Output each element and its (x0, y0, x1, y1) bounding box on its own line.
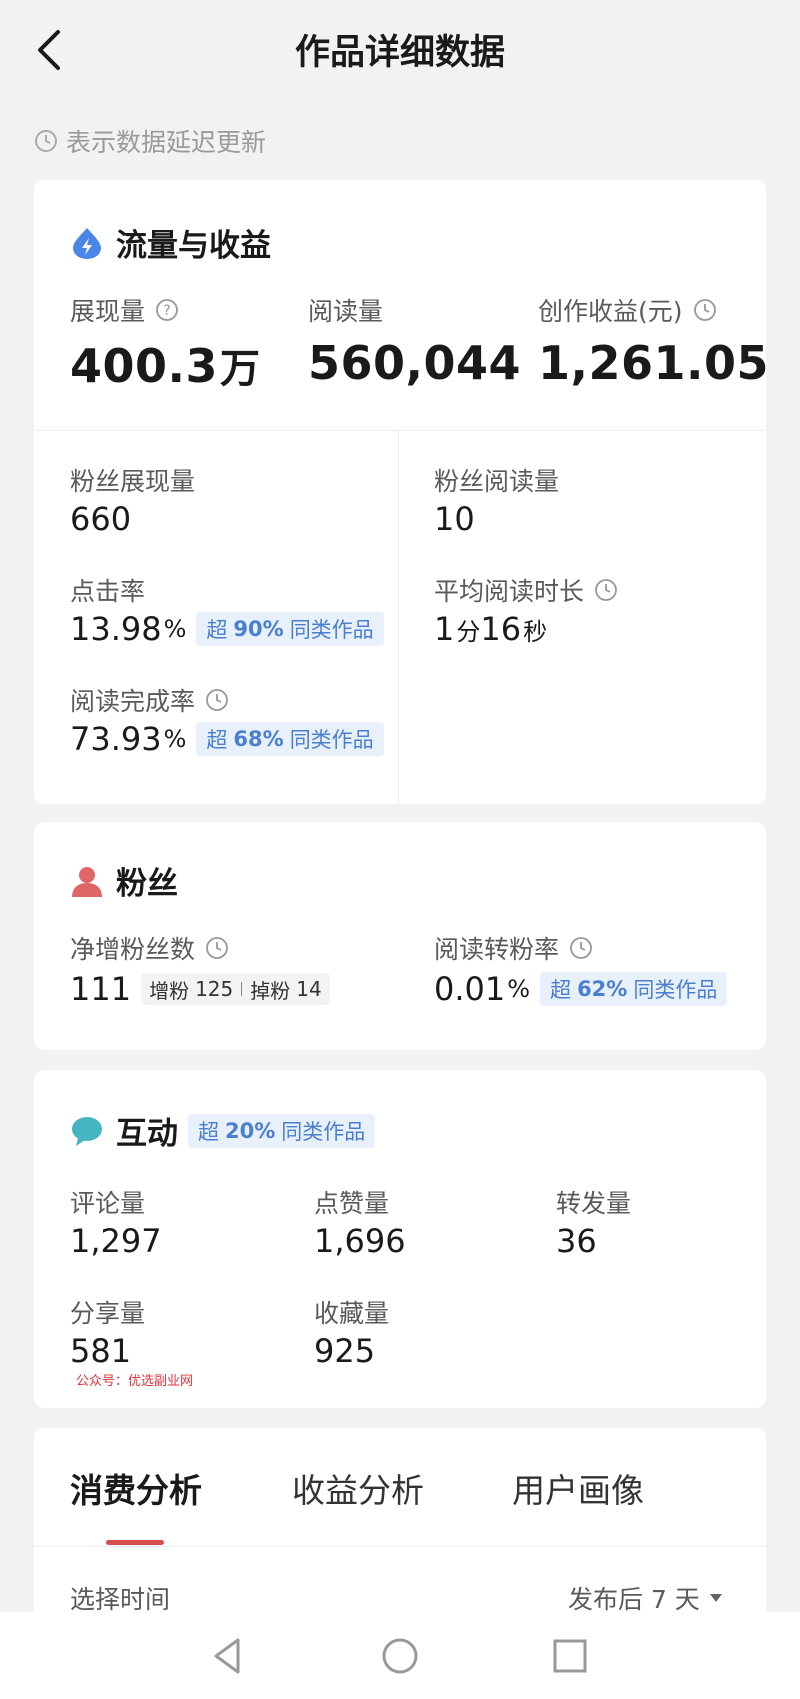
nav-home-icon[interactable] (378, 1634, 422, 1678)
interaction-badge: 超 20% 同类作品 (188, 1113, 376, 1148)
divider (398, 430, 399, 804)
conversion-badge: 超 62% 同类作品 (540, 972, 728, 1006)
reads-value: 560,044 (308, 336, 522, 390)
header: 作品详细数据 (0, 0, 800, 100)
divider (34, 1546, 766, 1547)
gain-loss-detail: 增粉 125 掉粉 14 (141, 973, 330, 1005)
comments-value: 1,297 (70, 1222, 162, 1260)
time-select-dropdown[interactable]: 发布后 7 天 (568, 1580, 724, 1616)
avg-read-time-value: 1 分 16 秒 (434, 610, 548, 648)
caret-down-icon (709, 1594, 722, 1602)
fan-reads-value: 10 (434, 500, 475, 538)
help-icon[interactable]: ? (155, 298, 179, 322)
fans-title: 粉丝 (70, 858, 178, 903)
reposts-value: 36 (556, 1222, 597, 1260)
tab-earnings[interactable]: 收益分析 (292, 1464, 424, 1512)
watermark: 公众号：优选副业网 (76, 1374, 194, 1389)
analysis-tabs: 消费分析 收益分析 用户画像 (34, 1428, 766, 1548)
person-icon (72, 866, 102, 897)
favorites-label: 收藏量 (314, 1299, 390, 1328)
ctr-value: 13.98% 超 90% 同类作品 (70, 610, 384, 648)
delay-note-text: 表示数据延迟更新 (66, 128, 267, 157)
earnings-label: 创作收益(元) (538, 292, 717, 328)
likes-value: 1,696 (314, 1222, 406, 1260)
traffic-card: 流量与收益 展现量 ? 400.3万 阅读量 560,044 创作收益(元) 1… (34, 180, 769, 804)
favorites-value: 925 (314, 1332, 376, 1370)
clock-icon (35, 130, 57, 152)
net-gain-value: 111 增粉 125 掉粉 14 (70, 970, 330, 1008)
reposts-label: 转发量 (556, 1189, 632, 1218)
clock-icon (206, 937, 228, 959)
svg-text:?: ? (163, 303, 170, 319)
likes-label: 点赞量 (314, 1189, 390, 1218)
shares-value: 581 (70, 1332, 132, 1370)
impressions-value: 400.3万 (70, 339, 261, 393)
clock-icon (693, 299, 716, 321)
lightning-icon (73, 227, 101, 259)
completion-label: 阅读完成率 (70, 682, 229, 718)
comments-label: 评论量 (70, 1189, 146, 1218)
tab-user-profile[interactable]: 用户画像 (512, 1464, 644, 1512)
nav-recents-icon[interactable] (548, 1634, 592, 1678)
completion-value: 73.93% 超 68% 同类作品 (70, 720, 384, 758)
fan-impressions-value: 660 (70, 500, 132, 538)
tab-indicator (106, 1540, 164, 1545)
delay-note: 表示数据延迟更新 (34, 124, 266, 158)
fans-card: 粉丝 净增粉丝数 111 增粉 125 掉粉 14 阅读转粉率 0.01% 超 62%… (34, 822, 766, 1050)
ctr-badge: 超 90% 同类作品 (196, 612, 384, 646)
time-select-label: 选择时间 (70, 1585, 171, 1614)
conversion-label: 阅读转粉率 (434, 930, 593, 966)
fan-impressions-label: 粉丝展现量 (70, 467, 196, 496)
completion-badge: 超 68% 同类作品 (196, 722, 384, 756)
nav-back-icon[interactable] (206, 1634, 250, 1678)
conversion-value: 0.01% 超 62% 同类作品 (434, 970, 728, 1008)
impressions-label: 展现量 ? (70, 292, 179, 328)
net-gain-label: 净增粉丝数 (70, 930, 229, 966)
earnings-value: 1,261.05 (538, 336, 769, 390)
interaction-card: 互动 超 20% 同类作品 评论量 1,297 点赞量 1,696 转发量 36 分… (34, 1070, 766, 1408)
clock-icon (206, 689, 228, 711)
fan-reads-label: 粉丝阅读量 (434, 467, 560, 496)
interaction-title: 互动 超 20% 同类作品 (70, 1108, 376, 1153)
clock-icon (595, 579, 617, 601)
clock-icon (570, 937, 592, 959)
avg-read-time-label: 平均阅读时长 (434, 572, 618, 608)
analysis-card: 消费分析 收益分析 用户画像 选择时间 发布后 7 天 (34, 1428, 766, 1628)
divider (34, 430, 766, 431)
ctr-label: 点击率 (70, 577, 146, 606)
page-title: 作品详细数据 (294, 33, 505, 73)
system-nav-bar (0, 1612, 800, 1699)
chat-bubble-icon (72, 1116, 102, 1146)
reads-label: 阅读量 (308, 297, 384, 326)
traffic-title: 流量与收益 (70, 220, 271, 265)
shares-label: 分享量 (70, 1299, 146, 1328)
tab-consumption[interactable]: 消费分析 (70, 1464, 202, 1512)
